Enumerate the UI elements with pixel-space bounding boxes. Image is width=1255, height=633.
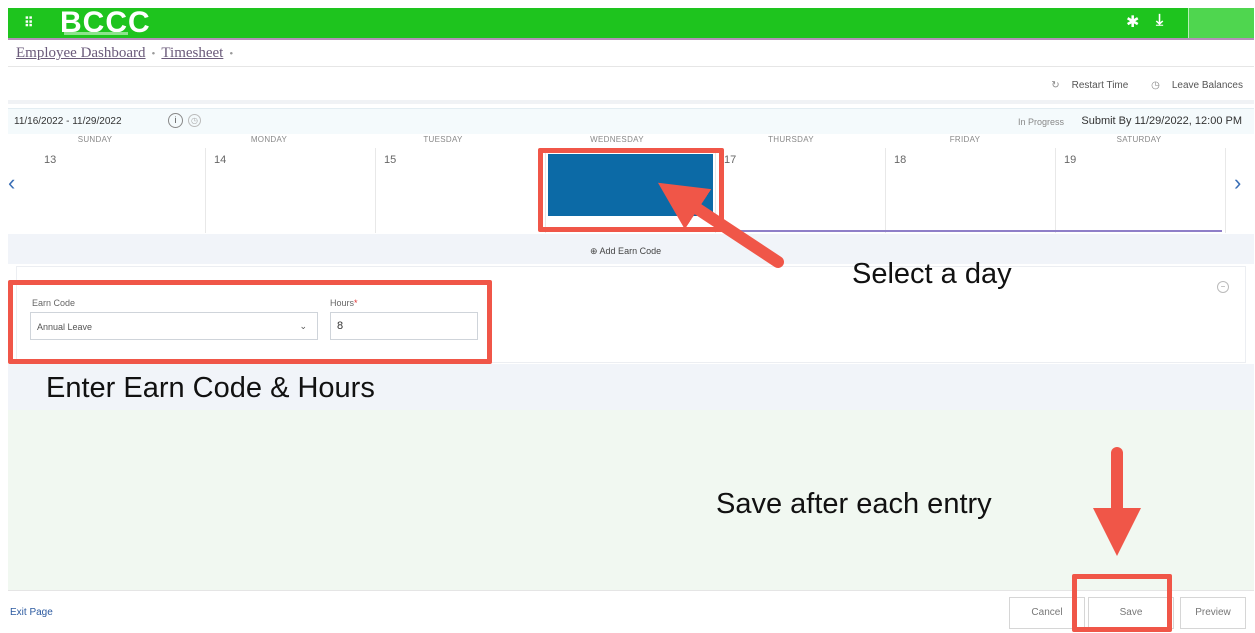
logo-tagline-bar bbox=[64, 32, 128, 35]
enter-earn-callout: Enter Earn Code & Hours bbox=[46, 372, 375, 404]
history-icon[interactable]: ◷ bbox=[188, 114, 201, 127]
earn-code-highlight-box bbox=[8, 280, 492, 364]
clock-icon: ◷ bbox=[1151, 80, 1160, 91]
page-footer: Exit Page Cancel Save Preview bbox=[8, 590, 1254, 633]
breadcrumb-separator: • bbox=[229, 48, 234, 60]
collapse-icon[interactable]: − bbox=[1217, 281, 1229, 293]
weekday-label: TUESDAY bbox=[423, 135, 463, 144]
leave-balances-label: Leave Balances bbox=[1171, 80, 1243, 91]
day-number: 18 bbox=[894, 154, 907, 166]
breadcrumb-separator: • bbox=[151, 48, 156, 60]
submit-by-text: Submit By 11/29/2022, 12:00 PM bbox=[1081, 115, 1242, 127]
calendar-day[interactable]: 14 bbox=[206, 148, 376, 233]
calendar-day[interactable]: 13 bbox=[36, 148, 206, 233]
weekday-label: FRIDAY bbox=[949, 135, 981, 144]
leave-balances-link[interactable]: ◷ Leave Balances bbox=[1141, 80, 1243, 91]
weekday-header: SUNDAY MONDAY TUESDAY WEDNESDAY THURSDAY… bbox=[8, 135, 1226, 147]
calendar-day[interactable]: 15 bbox=[376, 148, 546, 233]
weekday-label: THURSDAY bbox=[768, 135, 814, 144]
pay-period-range: 11/16/2022 - 11/29/2022 bbox=[14, 116, 122, 127]
breadcrumb-employee-dashboard[interactable]: Employee Dashboard bbox=[16, 45, 146, 61]
week-progress-line bbox=[714, 230, 1222, 232]
save-callout: Save after each entry bbox=[716, 488, 992, 520]
weekday-label: WEDNESDAY bbox=[590, 135, 644, 144]
grid-icon[interactable]: ⠿ bbox=[24, 16, 36, 29]
preview-button[interactable]: Preview bbox=[1180, 597, 1246, 629]
day-number: 14 bbox=[214, 154, 227, 166]
save-highlight-box bbox=[1072, 574, 1172, 632]
day-number: 19 bbox=[1064, 154, 1077, 166]
calendar-day[interactable]: 18 bbox=[886, 148, 1056, 233]
add-earn-code-button[interactable]: ⊕ Add Earn Code bbox=[590, 246, 661, 257]
day-number: 17 bbox=[724, 154, 737, 166]
exit-page-link[interactable]: Exit Page bbox=[10, 607, 53, 618]
chevron-right-icon[interactable]: › bbox=[1234, 170, 1250, 196]
day-number: 13 bbox=[44, 154, 57, 166]
day-highlight-box bbox=[538, 148, 724, 232]
divider bbox=[8, 100, 1254, 104]
user-menu[interactable] bbox=[1188, 8, 1254, 38]
restart-time-label: Restart Time bbox=[1071, 80, 1129, 91]
top-header: ⠿ BCCC ✱ ⤓ bbox=[8, 6, 1254, 40]
timesheet-screen: ⠿ BCCC ✱ ⤓ Employee Dashboard • Timesheet •… bbox=[0, 0, 1255, 633]
breadcrumb: Employee Dashboard • Timesheet • bbox=[16, 45, 239, 62]
calendar-day[interactable]: 19 bbox=[1056, 148, 1226, 233]
restart-icon: ↻ bbox=[1051, 80, 1060, 91]
pay-period-bar: 11/16/2022 - 11/29/2022 i ◷ In Progress … bbox=[8, 108, 1254, 134]
calendar-day[interactable]: 17 bbox=[716, 148, 886, 233]
weekday-label: SATURDAY bbox=[1116, 135, 1162, 144]
select-day-callout: Select a day bbox=[852, 258, 1012, 290]
status-badge: In Progress bbox=[1018, 117, 1065, 127]
gear-icon[interactable]: ✱ bbox=[1126, 12, 1139, 32]
day-number: 15 bbox=[384, 154, 397, 166]
content-area bbox=[8, 410, 1254, 590]
header-actions: ↻ Restart Time ◷ Leave Balances bbox=[1031, 80, 1243, 91]
add-earn-code-band: ⊕ Add Earn Code bbox=[8, 234, 1254, 264]
restart-time-link[interactable]: ↻ Restart Time bbox=[1041, 80, 1128, 91]
download-icon[interactable]: ⤓ bbox=[1156, 12, 1163, 30]
weekday-label: SUNDAY bbox=[77, 135, 113, 144]
info-icon[interactable]: i bbox=[168, 113, 183, 128]
weekday-label: MONDAY bbox=[250, 135, 288, 144]
divider bbox=[8, 66, 1254, 67]
breadcrumb-timesheet[interactable]: Timesheet bbox=[161, 45, 223, 61]
chevron-left-icon[interactable]: ‹ bbox=[8, 170, 24, 196]
add-earn-code-label: Add Earn Code bbox=[599, 246, 662, 256]
